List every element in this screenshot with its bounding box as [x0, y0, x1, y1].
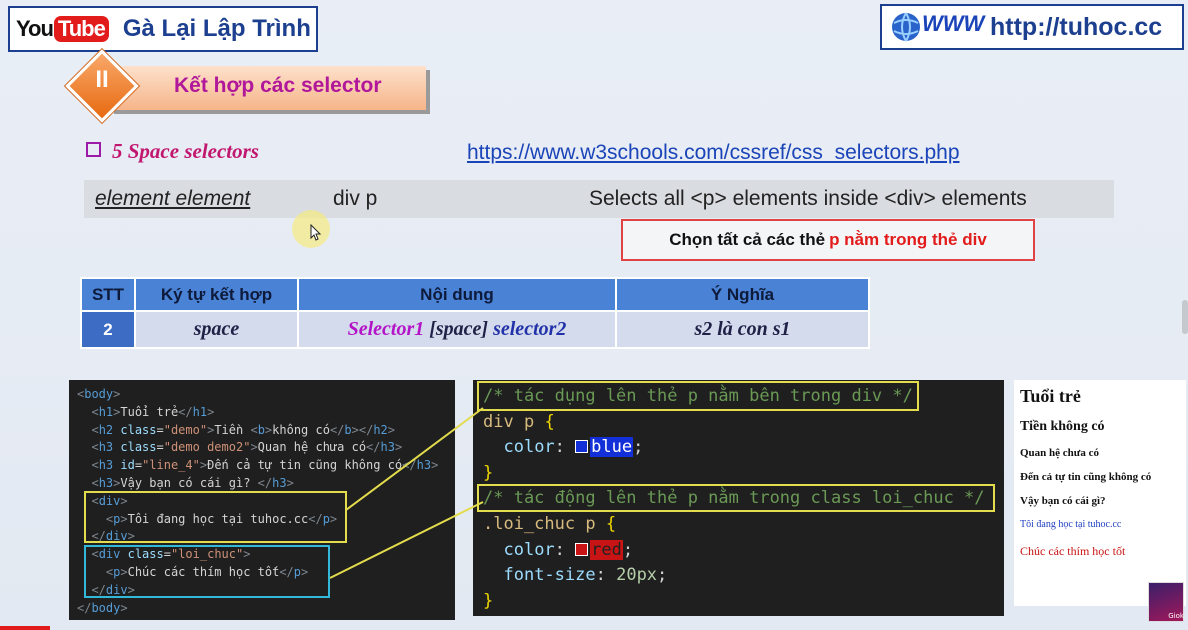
scrollbar-thumb[interactable]	[1182, 300, 1188, 334]
globe-www-icon: WWW	[892, 11, 987, 42]
cell-content: Selector1 [space] selector2	[297, 310, 617, 349]
section-title: Kết hợp các selector	[174, 74, 382, 97]
youtube-logo-you: You	[16, 16, 54, 41]
preview-h3c: Vậy bạn có cái gì?	[1020, 495, 1106, 507]
note-prefix: Chọn tất cả các thẻ	[669, 230, 826, 249]
code-line: color: red;	[503, 539, 634, 560]
w3schools-link[interactable]: https://www.w3schools.com/cssref/css_sel…	[467, 141, 960, 165]
www-text: WWW	[922, 11, 987, 36]
site-url: http://tuhoc.cc	[990, 12, 1163, 41]
cell-meaning: s2 là con s1	[615, 310, 870, 349]
browser-preview: Tuổi trẻ Tiền không có Quan hệ chưa có Đ…	[1014, 380, 1186, 606]
code-line: color: blue;	[503, 437, 644, 458]
preview-p1: Tôi đang học tại tuhoc.cc	[1020, 519, 1122, 530]
selector-example: div p	[333, 187, 378, 210]
youtube-logo: You Tube	[16, 16, 109, 42]
preview-p2: Chúc các thím học tốt	[1020, 544, 1126, 558]
content-selector1: Selector1	[347, 318, 425, 340]
mouse-cursor-icon	[310, 224, 322, 241]
channel-name: Gà Lại Lập Trình	[122, 15, 311, 42]
code-line: </body>	[77, 600, 128, 615]
header-meaning: Ý Nghĩa	[615, 277, 870, 312]
header-char: Ký tự kết hợp	[134, 277, 299, 312]
code-line: <h2 class="demo">Tiền <b>không có</b></h…	[91, 422, 396, 437]
header-content: Nội dung	[297, 277, 617, 312]
preview-h2: Tiền không có	[1020, 419, 1105, 434]
code-line: div p {	[483, 411, 555, 432]
youtube-channel-badge: You Tube Gà Lại Lập Trình	[8, 6, 318, 52]
code-line: font-size: 20px;	[503, 565, 668, 586]
loi-chuc-highlight-box	[84, 545, 330, 598]
code-line: <h3 class="demo demo2">Quan hệ chưa có</…	[91, 440, 403, 455]
code-line: <h3 id="line_4">Đến cả tự tin cũng không…	[91, 458, 439, 473]
note-box: Chọn tất cả các thẻ p nằm trong thẻ div	[621, 219, 1035, 261]
preview-h1: Tuổi trẻ	[1020, 386, 1081, 406]
code-line: .loi_chuc p {	[483, 513, 617, 534]
code-line: }	[483, 462, 494, 483]
comment2-highlight-box	[477, 484, 995, 512]
cell-char: space	[134, 310, 299, 349]
avatar-label: Giok	[1168, 612, 1184, 620]
div-highlight-box	[84, 491, 347, 543]
code-line: <h1>Tuổi trẻ</h1>	[91, 404, 215, 419]
code-line: }	[483, 590, 494, 611]
combinator-table: STT Ký tự kết hợp Nội dung Ý Nghĩa 2 spa…	[80, 277, 870, 349]
header-stt: STT	[80, 277, 136, 312]
comment1-highlight-box	[477, 381, 919, 411]
subheading-title: 5 Space selectors	[112, 139, 259, 163]
content-selector2: selector2	[493, 318, 567, 340]
table-header-row: STT Ký tự kết hợp Nội dung Ý Nghĩa	[80, 277, 870, 312]
selector-description: Selects all <p> elements inside <div> el…	[589, 187, 1027, 210]
site-badge: WWW http://tuhoc.cc	[880, 4, 1184, 50]
note-highlight: p nằm trong thẻ div	[829, 230, 987, 249]
section-number: II	[95, 66, 109, 93]
youtube-logo-tube: Tube	[53, 16, 109, 42]
red-swatch-icon	[575, 542, 589, 556]
code-line: <body>	[77, 387, 121, 401]
cell-stt: 2	[80, 310, 136, 349]
preview-h3b: Đến cả tự tin cũng không có	[1020, 471, 1152, 483]
checkbox-bullet-icon	[86, 142, 101, 157]
table-row: 2 space Selector1 [space] selector2 s2 l…	[80, 310, 870, 349]
content-space: [space]	[429, 318, 489, 340]
blue-swatch-icon	[575, 440, 589, 454]
selector-syntax: element element	[95, 187, 251, 210]
preview-h3a: Quan hệ chưa có	[1020, 447, 1100, 459]
video-progress-bar[interactable]	[0, 626, 50, 630]
